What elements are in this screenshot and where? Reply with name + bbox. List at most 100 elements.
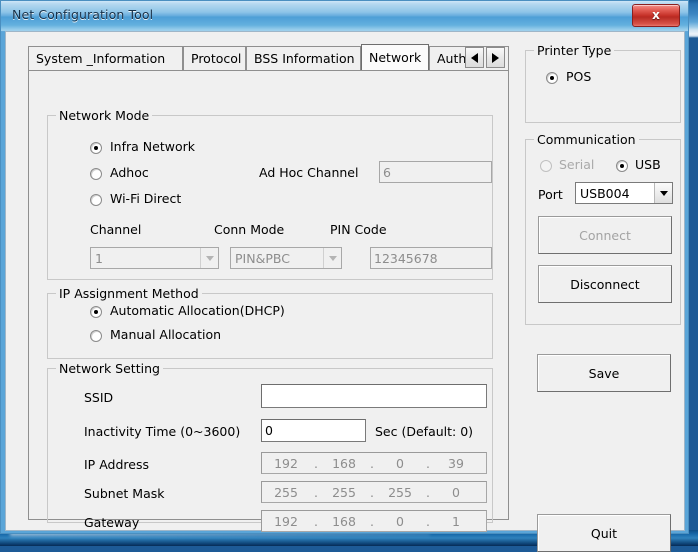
gateway-label: Gateway: [84, 515, 140, 530]
conn-mode-combobox[interactable]: PIN&PBC: [230, 247, 342, 269]
network-setting-legend: Network Setting: [56, 361, 163, 376]
radio-adhoc[interactable]: [90, 168, 102, 180]
ip-address-field[interactable]: 192 . 168 . 0 . 39: [261, 452, 487, 474]
tab-strip: System _Information Protocol BSS Informa…: [28, 44, 509, 71]
communication-legend: Communication: [534, 132, 639, 147]
tab-scroll-left-button[interactable]: [465, 47, 484, 68]
ip-octet-4: 39: [448, 455, 464, 471]
adhoc-channel-label: Ad Hoc Channel: [259, 165, 359, 180]
ip-octet-1: 192: [274, 455, 298, 471]
subnet-octet-3: 255: [388, 484, 412, 500]
channel-combobox[interactable]: 1: [90, 247, 219, 269]
ip-dot: .: [314, 513, 318, 529]
ip-address-label: IP Address: [84, 457, 149, 472]
radio-pos[interactable]: [546, 72, 558, 84]
radio-wifi-direct-label: Wi-Fi Direct: [110, 191, 182, 206]
close-icon: x: [652, 8, 660, 22]
connect-button[interactable]: Connect: [538, 216, 672, 254]
channel-combobox-value: 1: [95, 250, 103, 266]
tab-label: Protocol: [191, 51, 242, 66]
subnet-octet-2: 255: [332, 484, 356, 500]
window-title: Net Configuration Tool: [12, 7, 154, 22]
tab-label: System _Information: [36, 51, 166, 66]
triangle-right-icon: [492, 52, 499, 63]
triangle-left-icon: [471, 52, 478, 63]
pin-code-input[interactable]: [370, 247, 492, 269]
radio-infra-network-label: Infra Network: [110, 139, 195, 154]
quit-button-label: Quit: [590, 525, 618, 541]
gateway-octet-4: 1: [452, 513, 460, 529]
quit-button[interactable]: Quit: [537, 514, 671, 552]
subnet-octet-1: 255: [274, 484, 298, 500]
tab-label: Network: [369, 50, 422, 65]
pin-code-label: PIN Code: [330, 222, 387, 237]
close-button[interactable]: x: [632, 4, 680, 27]
ssid-input[interactable]: [261, 384, 487, 408]
radio-wifi-direct[interactable]: [90, 194, 102, 206]
disconnect-button[interactable]: Disconnect: [538, 265, 672, 303]
radio-manual-allocation-label: Manual Allocation: [110, 327, 222, 342]
ip-dot: .: [426, 484, 430, 500]
gateway-octet-1: 192: [274, 513, 298, 529]
ssid-label: SSID: [84, 390, 114, 405]
radio-usb[interactable]: [616, 160, 628, 172]
radio-usb-label: USB: [635, 157, 661, 172]
ip-dot: .: [426, 455, 430, 471]
ip-dot: .: [370, 513, 374, 529]
port-combobox-value: USB004: [580, 185, 630, 201]
gateway-octet-3: 0: [396, 513, 404, 529]
ip-dot: .: [370, 484, 374, 500]
title-bar[interactable]: Net Configuration Tool x: [1, 1, 688, 31]
printer-type-group: Printer Type POS: [525, 43, 681, 123]
disconnect-button-label: Disconnect: [570, 276, 640, 292]
save-button[interactable]: Save: [537, 354, 671, 392]
gateway-field[interactable]: 192 . 168 . 0 . 1: [261, 510, 487, 532]
radio-pos-label: POS: [566, 69, 592, 84]
printer-type-legend: Printer Type: [534, 43, 615, 58]
ip-dot: .: [370, 455, 374, 471]
radio-adhoc-label: Adhoc: [110, 165, 149, 180]
radio-automatic-allocation[interactable]: [90, 306, 102, 318]
port-label: Port: [538, 187, 563, 202]
inactivity-time-input[interactable]: [261, 419, 366, 442]
subnet-octet-4: 0: [452, 484, 460, 500]
adhoc-channel-input[interactable]: [379, 161, 492, 183]
subnet-mask-field[interactable]: 255 . 255 . 255 . 0: [261, 481, 487, 503]
conn-mode-label: Conn Mode: [214, 222, 285, 237]
communication-group: Communication Serial USB Port USB004 Con…: [525, 132, 681, 325]
ip-dot: .: [314, 484, 318, 500]
ip-assignment-method-group: IP Assignment Method Automatic Allocatio…: [47, 286, 493, 359]
tab-network[interactable]: Network: [361, 44, 429, 70]
tab-scroll-right-button[interactable]: [486, 47, 505, 68]
client-area: System _Information Protocol BSS Informa…: [5, 31, 685, 552]
tab-bss-information[interactable]: BSS Information: [246, 46, 361, 70]
network-setting-group: Network Setting SSID Inactivity Time (0~…: [47, 361, 493, 532]
subnet-mask-label: Subnet Mask: [84, 486, 165, 501]
right-panel: Printer Type POS Communication Serial US…: [517, 36, 683, 552]
ip-octet-3: 0: [396, 455, 404, 471]
inactivity-time-suffix: Sec (Default: 0): [375, 424, 474, 439]
channel-label: Channel: [90, 222, 142, 237]
ip-octet-2: 168: [332, 455, 356, 471]
network-mode-legend: Network Mode: [56, 108, 153, 123]
ip-dot: .: [426, 513, 430, 529]
net-configuration-tool-window: Net Configuration Tool x System _Informa…: [0, 0, 689, 552]
tab-system-information[interactable]: System _Information: [28, 46, 183, 70]
gateway-octet-2: 168: [332, 513, 356, 529]
tab-page-network: Network Mode Infra Network Adhoc Wi-Fi D…: [28, 70, 509, 532]
radio-serial-label: Serial: [559, 157, 595, 172]
tab-protocol[interactable]: Protocol: [183, 46, 246, 70]
radio-manual-allocation[interactable]: [90, 330, 102, 342]
save-button-label: Save: [588, 365, 620, 381]
ip-dot: .: [314, 455, 318, 471]
chevron-down-icon: [200, 248, 218, 268]
chevron-down-icon: [323, 248, 341, 268]
network-mode-group: Network Mode Infra Network Adhoc Wi-Fi D…: [47, 108, 493, 280]
tab-label: BSS Information: [254, 51, 355, 66]
radio-infra-network[interactable]: [90, 142, 102, 154]
radio-automatic-allocation-label: Automatic Allocation(DHCP): [110, 303, 285, 318]
radio-serial[interactable]: [540, 160, 552, 172]
connect-button-label: Connect: [579, 227, 631, 243]
inactivity-time-label: Inactivity Time (0~3600): [84, 424, 241, 439]
port-combobox[interactable]: USB004: [575, 182, 673, 204]
